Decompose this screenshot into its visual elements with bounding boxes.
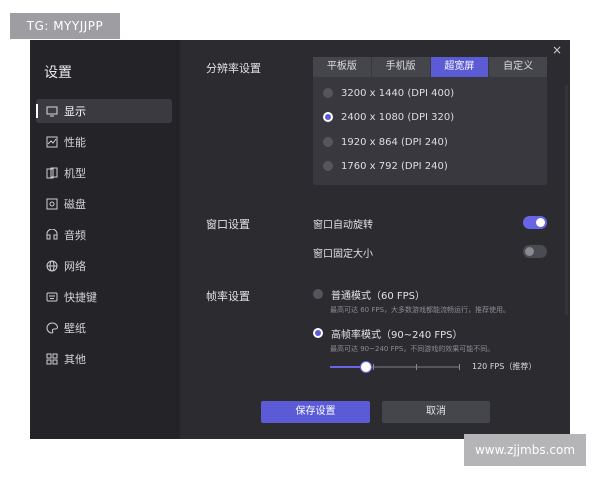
toggle-knob: [536, 218, 545, 227]
fixed-size-toggle[interactable]: [523, 245, 547, 258]
toggle-label: 窗口自动旋转: [313, 219, 373, 231]
radio-button[interactable]: [313, 289, 323, 299]
frame-rate-label: 帧率设置: [206, 290, 250, 303]
radio-button[interactable]: [323, 161, 333, 171]
radio-button[interactable]: [323, 137, 333, 147]
sidebar-item-performance[interactable]: 性能: [36, 130, 172, 154]
performance-icon: [46, 136, 58, 148]
grid-icon: [46, 353, 58, 365]
monitor-icon: [46, 105, 58, 117]
close-icon[interactable]: ×: [550, 43, 564, 57]
sidebar-item-label: 网络: [64, 260, 86, 273]
sidebar-item-shortcuts[interactable]: 快捷键: [36, 285, 172, 309]
scrollbar[interactable]: [565, 85, 568, 315]
keyboard-icon: [46, 291, 58, 303]
watermark-bottom: www.zjjmbs.com: [464, 434, 586, 466]
sidebar: 设置 显示 性能 机型 磁盘 音频 网络 快捷键 壁纸 其他: [30, 40, 180, 439]
phone-model-icon: [46, 167, 58, 179]
auto-rotate-toggle[interactable]: [523, 216, 547, 229]
tab-custom[interactable]: 自定义: [489, 57, 547, 77]
palette-icon: [46, 322, 58, 334]
resolution-tabs: 平板版 手机版 超宽屏 自定义: [313, 57, 547, 77]
fps-option-label: 普通模式（60 FPS）: [331, 290, 426, 302]
resolution-option-1760[interactable]: 1760 x 792 (DPI 240): [323, 157, 448, 175]
resolution-option-label: 1760 x 792 (DPI 240): [341, 160, 448, 172]
watermark-top: TG: MYYJJPP: [10, 13, 120, 39]
tab-phone[interactable]: 手机版: [371, 57, 430, 77]
sidebar-item-label: 音频: [64, 229, 86, 242]
toggle-row-auto-rotate: 窗口自动旋转: [313, 215, 547, 231]
toggle-knob: [525, 247, 534, 256]
resolution-option-label: 2400 x 1080 (DPI 320): [341, 111, 455, 123]
sidebar-item-model[interactable]: 机型: [36, 161, 172, 185]
slider-value-label: 120 FPS（推荐）: [472, 362, 537, 371]
slider-thumb[interactable]: [360, 361, 373, 373]
resolution-label: 分辨率设置: [206, 62, 261, 75]
globe-icon: [46, 260, 58, 272]
radio-button-checked[interactable]: [323, 112, 333, 122]
sidebar-item-label: 性能: [64, 136, 86, 149]
save-settings-button[interactable]: 保存设置: [261, 401, 370, 423]
sidebar-item-label: 机型: [64, 167, 86, 180]
sidebar-item-other[interactable]: 其他: [36, 347, 172, 371]
tab-tablet[interactable]: 平板版: [313, 57, 371, 77]
toggle-row-fixed-size: 窗口固定大小: [313, 244, 547, 260]
sidebar-item-audio[interactable]: 音频: [36, 223, 172, 247]
sidebar-item-display[interactable]: 显示: [36, 99, 172, 123]
slider-tick: [416, 364, 417, 370]
audio-icon: [46, 229, 58, 241]
toggle-label: 窗口固定大小: [313, 248, 373, 260]
fps-option-label: 高帧率模式（90~240 FPS）: [331, 329, 463, 341]
disk-icon: [46, 198, 58, 210]
sidebar-item-label: 磁盘: [64, 198, 86, 211]
settings-window: 设置 显示 性能 机型 磁盘 音频 网络 快捷键 壁纸 其他 × 分辨率设置 平…: [30, 40, 570, 439]
sidebar-item-label: 显示: [64, 105, 86, 118]
resolution-panel: 平板版 手机版 超宽屏 自定义 3200 x 1440 (DPI 400) 24…: [313, 57, 547, 185]
resolution-option-2400[interactable]: 2400 x 1080 (DPI 320): [323, 108, 454, 126]
sidebar-item-network[interactable]: 网络: [36, 254, 172, 278]
sidebar-title: 设置: [44, 65, 72, 81]
resolution-option-3200[interactable]: 3200 x 1440 (DPI 400): [323, 84, 454, 102]
fps-option-high[interactable]: 高帧率模式（90~240 FPS）: [313, 325, 463, 341]
resolution-option-label: 1920 x 864 (DPI 240): [341, 136, 448, 148]
sidebar-item-label: 快捷键: [64, 291, 97, 304]
active-indicator: [36, 104, 38, 118]
slider-tick: [373, 364, 374, 370]
radio-button-checked[interactable]: [313, 328, 323, 338]
cancel-button[interactable]: 取消: [382, 401, 490, 423]
fps-slider[interactable]: [330, 361, 460, 373]
radio-button[interactable]: [323, 88, 333, 98]
tab-ultrawide[interactable]: 超宽屏: [430, 57, 489, 77]
slider-tick: [459, 364, 460, 370]
sidebar-item-disk[interactable]: 磁盘: [36, 192, 172, 216]
fps-option-normal[interactable]: 普通模式（60 FPS）: [313, 286, 425, 302]
sidebar-item-wallpaper[interactable]: 壁纸: [36, 316, 172, 340]
window-settings-label: 窗口设置: [206, 218, 250, 231]
resolution-option-1920[interactable]: 1920 x 864 (DPI 240): [323, 133, 448, 151]
sidebar-item-label: 壁纸: [64, 322, 86, 335]
fps-option-description: 最高可达 90~240 FPS，不同游戏的效果可能不同。: [330, 345, 495, 353]
sidebar-item-label: 其他: [64, 353, 86, 366]
resolution-option-label: 3200 x 1440 (DPI 400): [341, 87, 455, 99]
fps-option-description: 最高可达 60 FPS，大多数游戏都能流畅运行，推荐使用。: [330, 306, 511, 314]
